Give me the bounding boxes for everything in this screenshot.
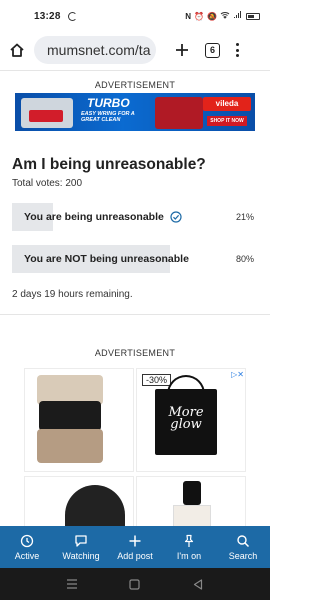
nav-label: Active (14, 550, 40, 561)
chat-bubble-icon (75, 534, 87, 547)
nav-label: Search (228, 550, 258, 561)
plus-icon (176, 44, 188, 56)
banner-ad[interactable]: TURBO EASY WRING FOR A GREAT CLEAN viled… (15, 93, 255, 131)
mask-black-image (39, 401, 101, 431)
check-circle-icon (170, 211, 182, 223)
signal-icon (233, 11, 243, 21)
pin-icon (184, 534, 194, 547)
wifi-icon (220, 11, 230, 21)
divider (0, 70, 270, 71)
poll-option-label: You are NOT being unreasonable (24, 245, 189, 273)
tab-switcher-button[interactable]: 6 (205, 42, 220, 58)
status-bar: 13:28 N ⏰ 🔕 (0, 0, 270, 32)
status-time: 13:28 (34, 10, 61, 22)
divider (0, 314, 270, 315)
poll-option-not-unreasonable[interactable]: You are NOT being unreasonable (12, 245, 209, 273)
poll-percent: 21% (235, 212, 254, 222)
menu-dot-icon (235, 48, 239, 52)
browser-toolbar: mumsnet.com/ta 6 (0, 32, 270, 68)
mute-icon: 🔕 (207, 11, 217, 21)
nfc-icon: N (185, 11, 192, 21)
product-image (65, 485, 125, 528)
home-icon (10, 43, 24, 57)
poll-title: Am I being unreasonable? (12, 156, 206, 173)
poll-total-votes: Total votes: 200 (12, 178, 83, 189)
nav-search[interactable]: Search (216, 526, 270, 568)
menu-dot-icon (235, 43, 239, 46)
nav-label: Add post (117, 550, 153, 561)
banner-headline: TURBO (87, 96, 130, 110)
address-bar[interactable]: mumsnet.com/ta (34, 36, 156, 64)
poll-option-unreasonable[interactable]: You are being unreasonable (12, 203, 209, 231)
banner-tagline: EASY WRING FOR A GREAT CLEAN (81, 111, 135, 124)
bottom-nav-bar: Active Watching Add post I'm on Search (0, 526, 270, 568)
status-icons: N ⏰ 🔕 (185, 11, 260, 21)
bucket-image (155, 97, 203, 129)
poll-time-remaining: 2 days 19 hours remaining. (12, 289, 133, 300)
bottle-image (173, 505, 211, 528)
product-ad[interactable]: -30% More glow ▷✕ (24, 368, 246, 528)
system-nav-bar (0, 568, 270, 600)
poll-option-label: You are being unreasonable (24, 203, 182, 231)
nav-im-on[interactable]: I'm on (162, 526, 216, 568)
recents-icon (66, 579, 77, 589)
tote-print-text: More glow (168, 405, 204, 433)
url-text: mumsnet.com/ta (47, 42, 151, 58)
advertisement-label: ADVERTISEMENT (94, 80, 176, 90)
alarm-icon: ⏰ (194, 11, 205, 21)
adchoices-icon[interactable]: ▷✕ (231, 370, 244, 379)
mask-leopard-image (37, 429, 103, 463)
face-masks-product[interactable] (24, 368, 134, 472)
brand-logo: vileda (203, 97, 251, 111)
loading-spinner-icon (67, 11, 77, 21)
menu-dot-icon (235, 54, 239, 57)
nav-label: I'm on (176, 550, 202, 561)
battery-icon (246, 12, 260, 20)
nav-active[interactable]: Active (0, 526, 54, 568)
new-tab-button[interactable] (172, 39, 192, 61)
home-system-button[interactable] (126, 575, 144, 593)
tote-bag-product[interactable]: -30% More glow ▷✕ (136, 368, 246, 472)
shop-now-button[interactable]: SHOP IT NOW (207, 116, 247, 126)
product-tile[interactable] (24, 476, 134, 528)
nav-watching[interactable]: Watching (54, 526, 108, 568)
plus-icon (129, 535, 141, 546)
mop-image (21, 98, 73, 128)
nav-label: Watching (62, 550, 100, 561)
advertisement-label: ADVERTISEMENT (94, 348, 176, 358)
tote-bag-image: More glow (155, 389, 217, 455)
bottle-cap-image (183, 481, 201, 505)
overflow-menu-button[interactable] (232, 39, 242, 61)
search-icon (237, 534, 250, 547)
poll-option-text: You are being unreasonable (24, 211, 164, 223)
square-icon (129, 578, 141, 590)
nav-add-post[interactable]: Add post (108, 526, 162, 568)
product-tile[interactable] (136, 476, 246, 528)
back-button[interactable] (189, 575, 207, 593)
recents-button[interactable] (63, 575, 81, 593)
home-button[interactable] (6, 39, 28, 61)
back-triangle-icon (194, 578, 203, 590)
discount-badge: -30% (142, 374, 172, 386)
poll-option-text: You are NOT being unreasonable (24, 253, 189, 265)
poll-percent: 80% (235, 254, 254, 264)
clock-icon (20, 534, 34, 547)
